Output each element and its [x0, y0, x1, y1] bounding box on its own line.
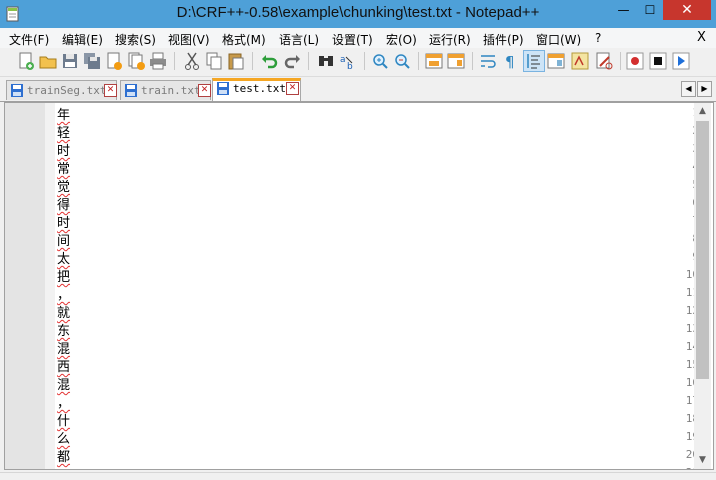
- fold-margin[interactable]: [45, 103, 55, 469]
- save-all-icon[interactable]: [82, 51, 102, 71]
- title-bar: D:\CRF++-0.58\example\chunking\test.txt …: [0, 0, 716, 28]
- svg-text:a: a: [340, 55, 346, 65]
- stop-macro-icon[interactable]: [648, 51, 668, 71]
- sync-vertical-icon[interactable]: [424, 51, 444, 71]
- new-file-icon[interactable]: [16, 51, 36, 71]
- paste-icon[interactable]: [226, 51, 246, 71]
- tab-scroll-left-button[interactable]: ◀: [681, 81, 696, 97]
- minimize-button[interactable]: —: [610, 0, 637, 20]
- menu-window[interactable]: 窗口(W): [536, 31, 581, 48]
- toolbar-separator: [174, 52, 175, 70]
- show-all-chars-icon[interactable]: ¶: [500, 51, 520, 71]
- saved-file-icon: [11, 84, 23, 97]
- record-macro-icon[interactable]: [625, 51, 645, 71]
- tab-scroll-right-button[interactable]: ▶: [697, 81, 712, 97]
- toolbar-separator: [472, 52, 473, 70]
- line-text[interactable]: 把: [57, 266, 70, 285]
- tab-close-icon[interactable]: ✕: [198, 84, 211, 97]
- tab-close-icon[interactable]: ✕: [286, 82, 299, 95]
- line-text[interactable]: 就: [57, 302, 70, 321]
- line-text[interactable]: 觉: [57, 176, 70, 195]
- line-text[interactable]: ，: [57, 392, 70, 411]
- line-text[interactable]: 东: [57, 320, 70, 339]
- scroll-up-button[interactable]: ▲: [694, 103, 711, 120]
- indent-guide-icon[interactable]: [523, 50, 545, 72]
- toolbar-separator: [620, 52, 621, 70]
- close-document-button[interactable]: X: [697, 30, 706, 45]
- line-text[interactable]: 混: [57, 338, 70, 357]
- menu-bar: 文件(F) 编辑(E) 搜索(S) 视图(V) 格式(M) 语言(L) 设置(T…: [0, 28, 716, 48]
- find-icon[interactable]: [316, 51, 336, 71]
- line-text[interactable]: 间: [57, 230, 70, 249]
- line-text[interactable]: 轻: [57, 122, 70, 141]
- menu-language[interactable]: 语言(L): [279, 31, 319, 48]
- toolbar-separator: [364, 52, 365, 70]
- folder-as-workspace-icon[interactable]: [594, 51, 614, 71]
- line-text[interactable]: 么: [57, 428, 70, 447]
- tab-label: trainSeg.txt: [27, 84, 107, 97]
- close-icon[interactable]: [104, 51, 124, 71]
- close-window-button[interactable]: ✕: [663, 0, 711, 20]
- saved-file-icon: [217, 82, 229, 95]
- toolbar: ab ¶: [0, 48, 716, 77]
- window-title: D:\CRF++-0.58\example\chunking\test.txt …: [176, 4, 540, 21]
- line-text[interactable]: 干: [57, 464, 70, 469]
- line-text[interactable]: 得: [57, 194, 70, 213]
- tab-label: train.txt: [141, 84, 201, 97]
- svg-text:¶: ¶: [505, 53, 515, 71]
- zoom-in-icon[interactable]: [370, 51, 390, 71]
- maximize-button[interactable]: ☐: [637, 0, 663, 20]
- vertical-scrollbar[interactable]: ▲ ▼: [694, 103, 711, 469]
- menu-plugins[interactable]: 插件(P): [483, 31, 524, 48]
- menu-edit[interactable]: 编辑(E): [62, 31, 103, 48]
- zoom-out-icon[interactable]: [392, 51, 412, 71]
- open-file-icon[interactable]: [38, 51, 58, 71]
- tab-bar: trainSeg.txt ✕ train.txt ✕ test.txt ✕ ◀ …: [0, 77, 716, 102]
- menu-run[interactable]: 运行(R): [429, 31, 471, 48]
- tab-label: test.txt: [233, 82, 286, 95]
- scroll-down-button[interactable]: ▼: [694, 452, 711, 469]
- toolbar-separator: [418, 52, 419, 70]
- toolbar-separator: [252, 52, 253, 70]
- tab-close-icon[interactable]: ✕: [104, 84, 117, 97]
- copy-icon[interactable]: [204, 51, 224, 71]
- svg-text:b: b: [347, 62, 353, 71]
- line-text[interactable]: 混: [57, 374, 70, 393]
- menu-search[interactable]: 搜索(S): [115, 31, 156, 48]
- word-wrap-icon[interactable]: [478, 51, 498, 71]
- menu-view[interactable]: 视图(V): [168, 31, 210, 48]
- line-text[interactable]: 常: [57, 158, 70, 177]
- menu-macro[interactable]: 宏(O): [386, 31, 417, 48]
- replace-icon[interactable]: ab: [338, 51, 358, 71]
- undo-icon[interactable]: [260, 51, 280, 71]
- toolbar-separator: [308, 52, 309, 70]
- sync-horizontal-icon[interactable]: [446, 51, 466, 71]
- play-macro-icon[interactable]: [671, 51, 691, 71]
- editor[interactable]: 1年2轻3时4常5觉6得7时8间9太10把11，12就13东14混15西16混1…: [4, 102, 714, 470]
- line-text[interactable]: ，: [57, 284, 70, 303]
- print-icon[interactable]: [148, 51, 168, 71]
- menu-settings[interactable]: 设置(T): [332, 31, 373, 48]
- menu-file[interactable]: 文件(F): [9, 31, 49, 48]
- line-text[interactable]: 年: [57, 104, 70, 123]
- line-text[interactable]: 太: [57, 248, 70, 267]
- function-list-icon[interactable]: [570, 51, 590, 71]
- menu-help[interactable]: ?: [595, 31, 601, 45]
- saved-file-icon: [125, 84, 137, 97]
- line-text[interactable]: 什: [57, 410, 70, 429]
- cut-icon[interactable]: [182, 51, 202, 71]
- menu-format[interactable]: 格式(M): [222, 31, 266, 48]
- line-text[interactable]: 西: [57, 356, 70, 375]
- scrollbar-thumb[interactable]: [696, 121, 709, 379]
- line-text[interactable]: 时: [57, 212, 70, 231]
- tab-test[interactable]: test.txt ✕: [212, 78, 301, 101]
- save-icon[interactable]: [60, 51, 80, 71]
- doc-map-icon[interactable]: [546, 51, 566, 71]
- line-text[interactable]: 时: [57, 140, 70, 159]
- redo-icon[interactable]: [282, 51, 302, 71]
- line-text[interactable]: 都: [57, 446, 70, 465]
- close-all-icon[interactable]: [126, 51, 146, 71]
- tab-trainseg[interactable]: trainSeg.txt ✕: [6, 80, 117, 100]
- tab-train[interactable]: train.txt ✕: [120, 80, 211, 100]
